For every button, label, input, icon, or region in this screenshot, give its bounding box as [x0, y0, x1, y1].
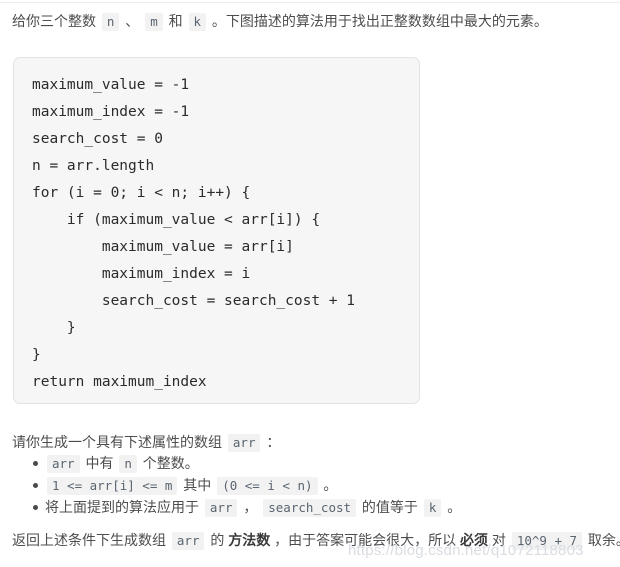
intro-text-3: 和	[164, 13, 187, 29]
bullet-code-b: n	[119, 455, 137, 473]
bullet-text-4: 。	[443, 499, 462, 515]
bullet-text-2: 其中	[179, 477, 216, 493]
bullet-code-c: k	[423, 499, 442, 517]
code-block[interactable]: maximum_value = -1 maximum_index = -1 se…	[13, 57, 420, 404]
bullet-code-b: search_cost	[263, 499, 357, 517]
bullet-text-3: 。	[319, 477, 338, 493]
array-prompt-text-2: ：	[262, 434, 281, 450]
top-divider	[0, 2, 620, 3]
list-item: 将上面提到的算法应用于 arr ， search_cost 的值等于 k 。	[12, 496, 612, 518]
bullet-code-a: arr	[47, 455, 80, 473]
inline-code-arr-final: arr	[171, 532, 205, 550]
inline-code-modulo: 10^9 + 7	[511, 532, 583, 550]
code-block-content: maximum_value = -1 maximum_index = -1 se…	[32, 77, 356, 390]
final-text-1: 返回上述条件下生成数组	[12, 532, 170, 548]
bullet-text-2: ，	[239, 499, 262, 515]
properties-list: arr 中有 n 个整数。 1 <= arr[i] <= m 其中 (0 <= …	[12, 452, 612, 518]
inline-code-k: k	[188, 13, 207, 31]
bullet-text-3: 个整数。	[138, 455, 199, 471]
array-prompt-paragraph: 请你生成一个具有下述属性的数组 arr ：	[12, 432, 280, 452]
final-paragraph: 返回上述条件下生成数组 arr 的 方法数 ，由于答案可能会很大，所以 必须 对…	[12, 530, 620, 550]
inline-code-arr: arr	[227, 434, 261, 452]
inline-code-m: m	[145, 13, 163, 31]
intro-text-1: 给你三个整数	[12, 13, 100, 29]
bullet-dot-icon	[33, 461, 38, 466]
final-text-5: 取余。	[587, 532, 620, 548]
list-item: 1 <= arr[i] <= m 其中 (0 <= i < n) 。	[12, 474, 612, 496]
bullet-dot-icon	[33, 505, 38, 510]
bullet-code-a: arr	[204, 499, 238, 517]
array-prompt-text-1: 请你生成一个具有下述属性的数组	[12, 434, 226, 450]
intro-text-2: 、	[121, 13, 144, 29]
bullet-dot-icon	[33, 483, 38, 488]
bullet-code-b: (0 <= i < n)	[217, 477, 318, 495]
bullet-text-3: 的值等于	[358, 499, 422, 515]
final-text-4: 对	[488, 532, 510, 548]
bullet-text-2: 中有	[81, 455, 118, 471]
final-bold-methods: 方法数	[228, 532, 271, 548]
final-text-3: ，由于答案可能会很大，所以	[270, 532, 461, 548]
intro-text-4: 。下图描述的算法用于找出正整数数组中最大的元素。	[208, 13, 548, 29]
inline-code-n: n	[101, 13, 120, 31]
bullet-text-1: 将上面提到的算法应用于	[45, 499, 203, 515]
intro-paragraph: 给你三个整数 n 、 m 和 k 。下图描述的算法用于找出正整数数组中最大的元素…	[12, 11, 612, 31]
final-bold-must: 必须	[460, 532, 489, 548]
bullet-code-a: 1 <= arr[i] <= m	[47, 477, 178, 495]
final-text-2: 的	[206, 532, 229, 548]
list-item: arr 中有 n 个整数。	[12, 452, 612, 474]
